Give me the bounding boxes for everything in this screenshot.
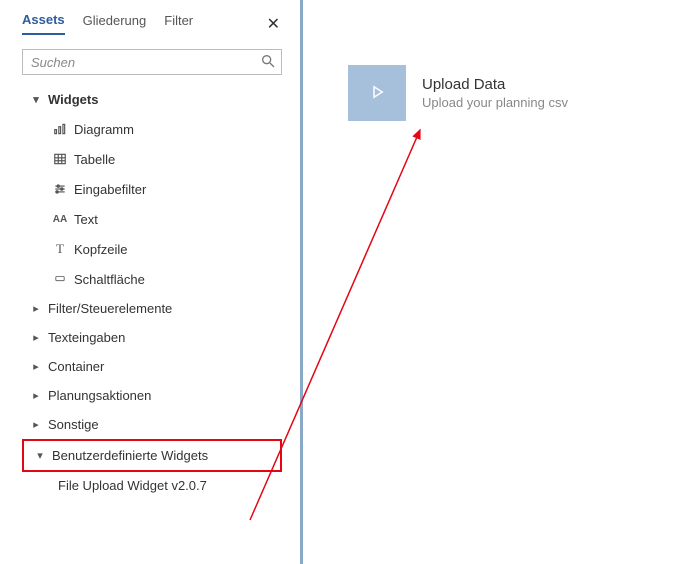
tree-label: Widgets: [48, 92, 98, 107]
chevron-down-icon: ▾: [30, 93, 42, 106]
tree-item-header[interactable]: T Kopfzeile: [22, 234, 282, 264]
upload-widget-text: Upload Data Upload your planning csv: [422, 76, 568, 110]
tree-item-chart[interactable]: Diagramm: [22, 114, 282, 144]
highlight-box: ▾ Benutzerdefinierte Widgets: [22, 439, 282, 472]
tree-label: Planungsaktionen: [48, 388, 151, 403]
tree-item-label: Text: [74, 212, 98, 227]
chevron-right-icon: ▸: [30, 360, 42, 373]
tree-group-textinput[interactable]: ▸ Texteingaben: [22, 323, 282, 352]
tree-label: Filter/Steuerelemente: [48, 301, 172, 316]
chevron-right-icon: ▸: [30, 331, 42, 344]
search-field[interactable]: [22, 49, 282, 75]
tree-item-label: Eingabefilter: [74, 182, 146, 197]
tree-item-label: Tabelle: [74, 152, 115, 167]
tab-assets[interactable]: Assets: [22, 12, 65, 35]
tree-label: Benutzerdefinierte Widgets: [52, 448, 208, 463]
header-icon: T: [52, 241, 68, 257]
tree-group-widgets[interactable]: ▾ Widgets: [22, 85, 282, 114]
tree-label: Texteingaben: [48, 330, 125, 345]
chevron-right-icon: ▸: [30, 418, 42, 431]
slider-icon: [52, 181, 68, 197]
upload-widget[interactable]: Upload Data Upload your planning csv: [348, 65, 700, 121]
tree-item-button[interactable]: Schaltfläche: [22, 264, 282, 294]
tree-item-label: Diagramm: [74, 122, 134, 137]
text-icon: AA: [52, 211, 68, 227]
tree-group-filter[interactable]: ▸ Filter/Steuerelemente: [22, 294, 282, 323]
tree-label: Container: [48, 359, 104, 374]
tree-group-custom-widgets[interactable]: ▾ Benutzerdefinierte Widgets: [26, 441, 278, 470]
tree-item-label: Schaltfläche: [74, 272, 145, 287]
panel-tabs: Assets Gliederung Filter ✕: [22, 8, 282, 35]
search-icon: [260, 53, 276, 69]
chart-icon: [52, 121, 68, 137]
search-input[interactable]: [22, 49, 282, 75]
tree-item-text[interactable]: AA Text: [22, 204, 282, 234]
chevron-right-icon: ▸: [30, 302, 42, 315]
chevron-right-icon: ▸: [30, 389, 42, 402]
tree-item-label: Kopfzeile: [74, 242, 127, 257]
table-icon: [52, 151, 68, 167]
upload-widget-title: Upload Data: [422, 76, 568, 93]
tree-item-table[interactable]: Tabelle: [22, 144, 282, 174]
tree-item-inputfilter[interactable]: Eingabefilter: [22, 174, 282, 204]
tab-outline[interactable]: Gliederung: [83, 13, 147, 34]
upload-widget-tile[interactable]: [348, 65, 406, 121]
chevron-down-icon: ▾: [34, 449, 46, 462]
tree-group-container[interactable]: ▸ Container: [22, 352, 282, 381]
tree-item-file-upload-widget[interactable]: File Upload Widget v2.0.7: [22, 472, 282, 499]
play-icon: [368, 83, 386, 104]
upload-widget-subtitle: Upload your planning csv: [422, 95, 568, 110]
tree-group-planning[interactable]: ▸ Planungsaktionen: [22, 381, 282, 410]
button-icon: [52, 271, 68, 287]
canvas-area: Upload Data Upload your planning csv: [300, 0, 700, 564]
tree-group-other[interactable]: ▸ Sonstige: [22, 410, 282, 439]
assets-panel: Assets Gliederung Filter ✕ ▾ Widgets Dia…: [0, 0, 300, 564]
asset-tree: ▾ Widgets Diagramm Tabelle Eingabefi: [22, 85, 282, 499]
tree-label: Sonstige: [48, 417, 99, 432]
close-icon[interactable]: ✕: [267, 14, 282, 34]
tab-filter[interactable]: Filter: [164, 13, 193, 34]
